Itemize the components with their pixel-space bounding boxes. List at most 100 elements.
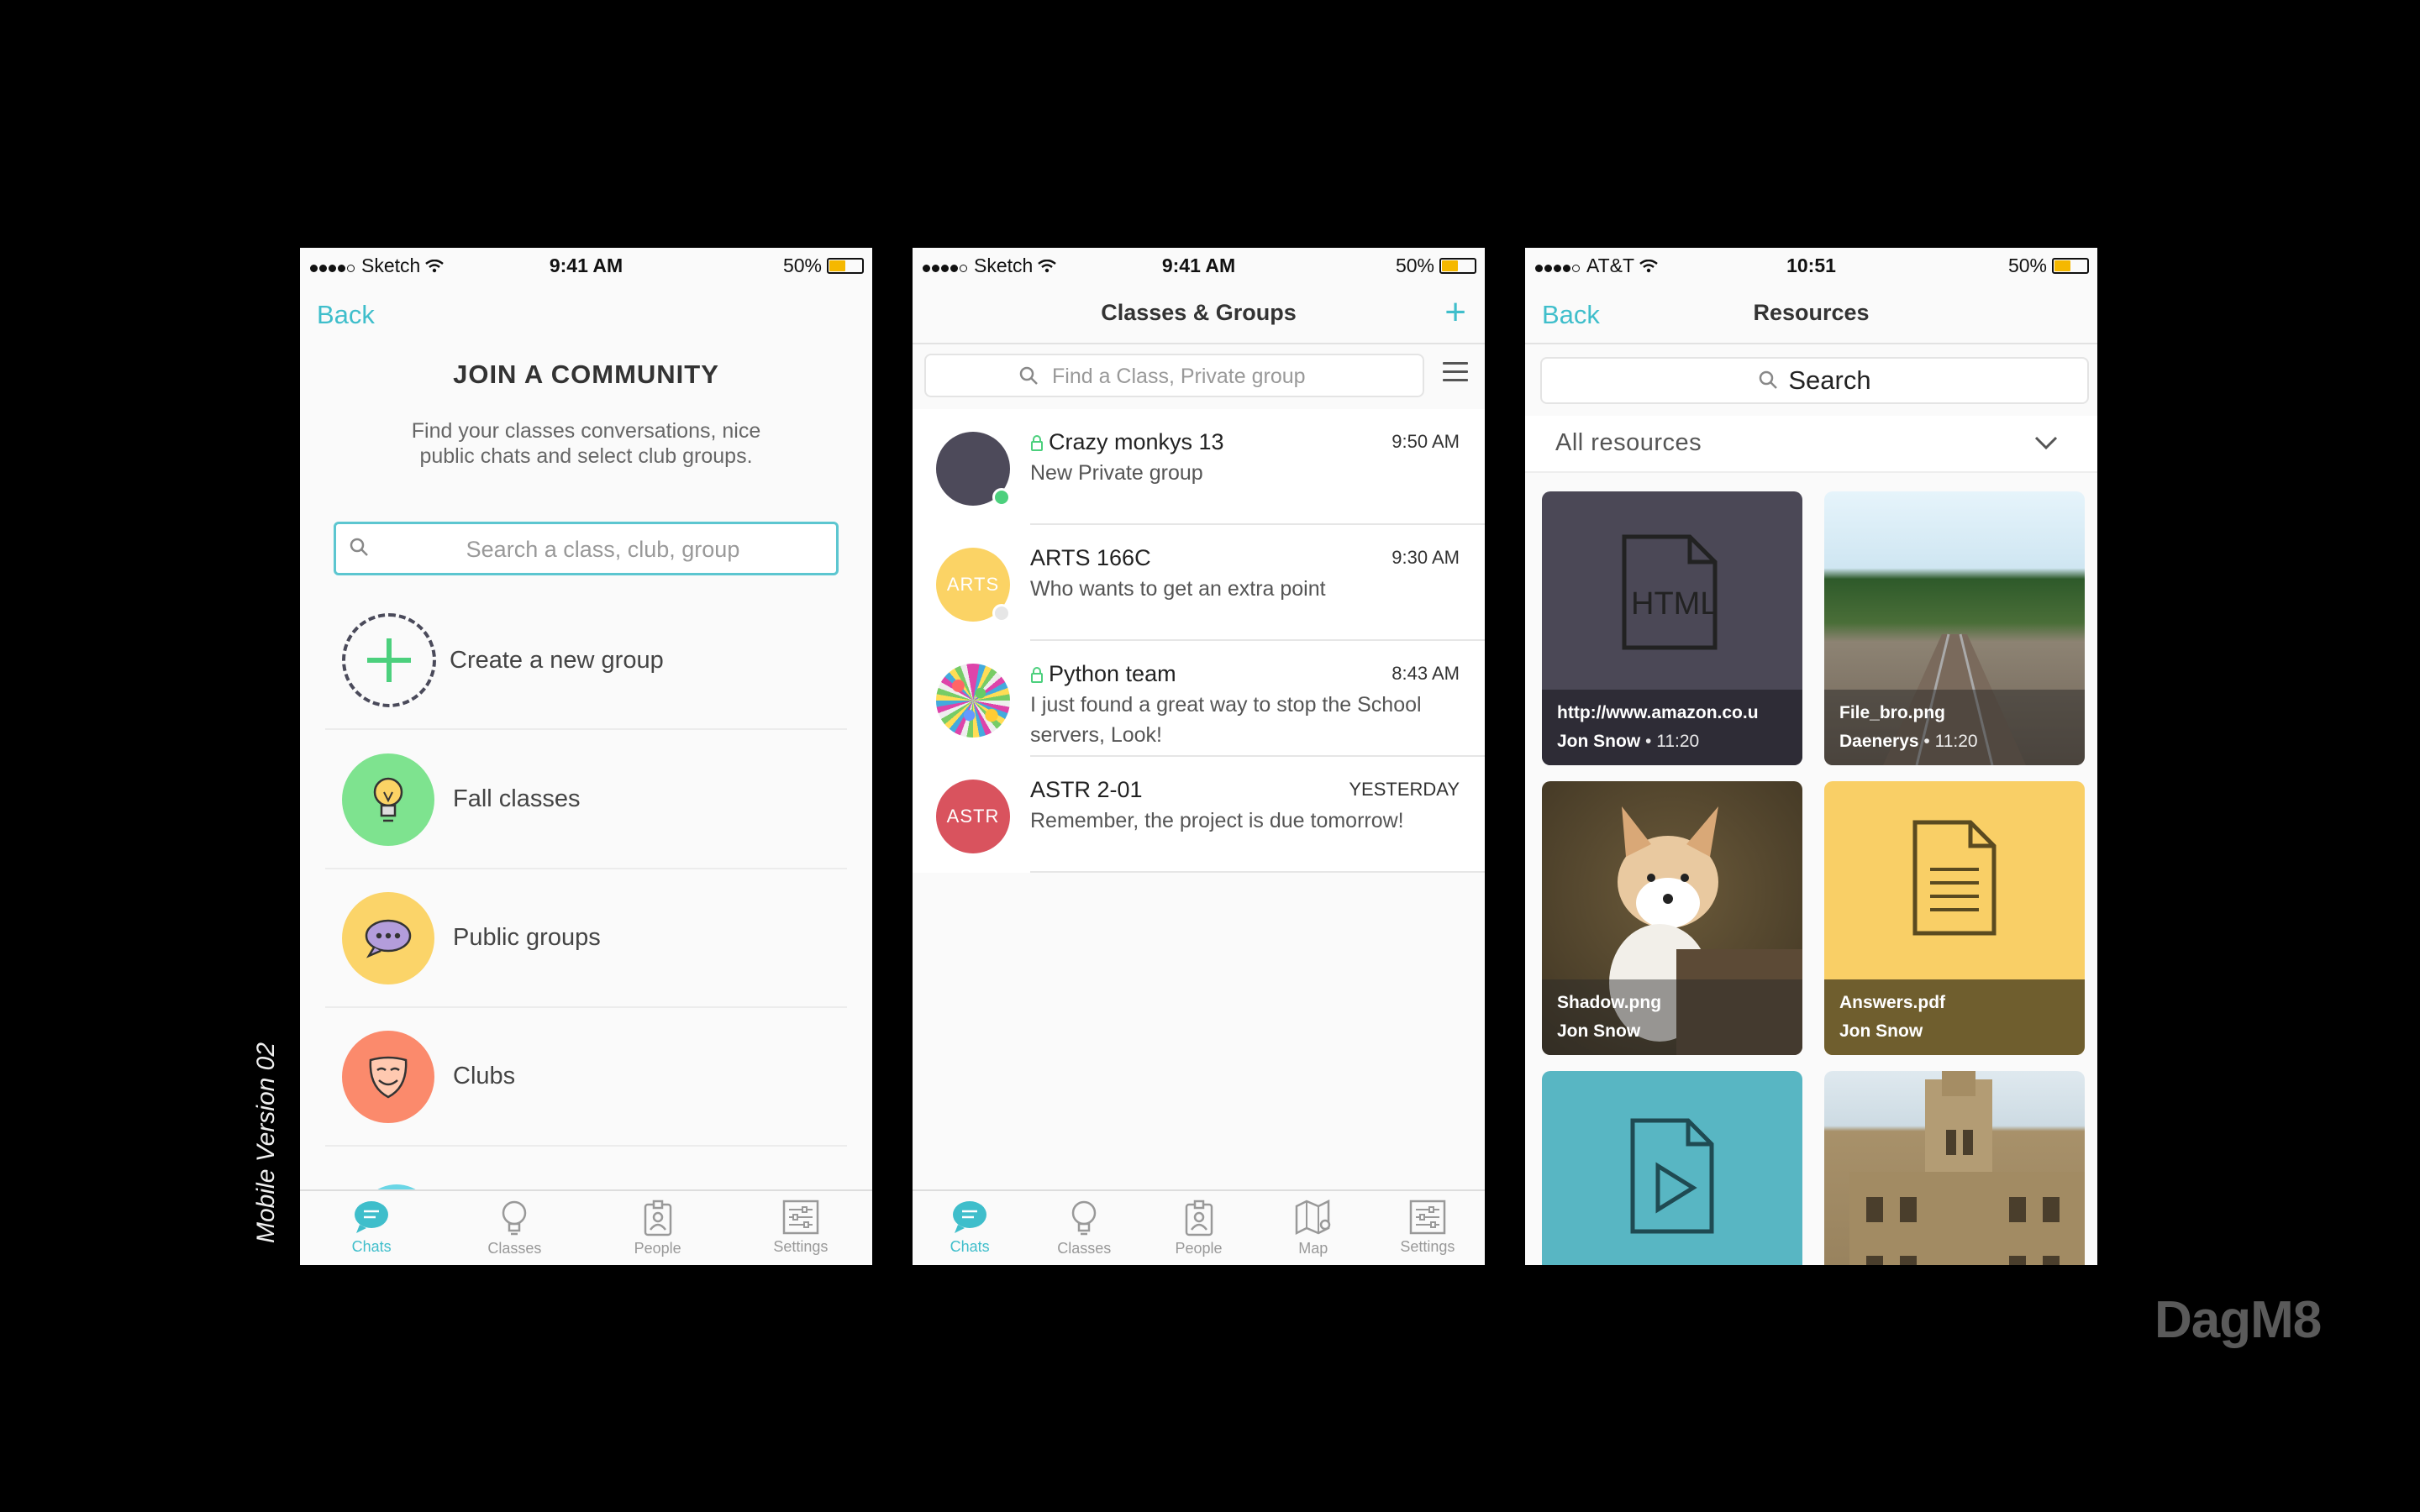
lock-icon	[1031, 666, 1043, 683]
page-title: JOIN A COMMUNITY	[453, 360, 719, 389]
battery-icon	[827, 258, 864, 274]
resource-filename: Answers.pdf	[1839, 993, 1946, 1012]
search-icon	[1760, 370, 1778, 389]
page-title: Classes & Groups	[1101, 300, 1297, 325]
plus-icon	[342, 613, 436, 707]
tab-label: Chats	[351, 1238, 392, 1255]
nav-divider	[913, 343, 1485, 344]
tab-map[interactable]: Map	[1256, 1191, 1370, 1265]
battery-icon	[1439, 258, 1476, 274]
tab-label: People	[1175, 1240, 1223, 1257]
tab-chats[interactable]: Chats	[913, 1191, 1027, 1265]
add-group-button[interactable]: +	[1444, 291, 1466, 333]
community-item-clubs[interactable]: Clubs	[325, 1008, 847, 1147]
tab-label: Classes	[1057, 1240, 1112, 1257]
menu-icon[interactable]	[1443, 362, 1468, 387]
create-group-row[interactable]: Create a new group	[325, 592, 847, 730]
resource-filename: http://www.amazon.co.u	[1557, 703, 1759, 722]
tab-label: Chats	[950, 1238, 990, 1255]
tab-bar: Chats Classes People Map Settings	[913, 1189, 1485, 1265]
tab-bar: Chats Classes People Settings	[300, 1189, 872, 1265]
document-icon	[1912, 820, 1996, 936]
community-item-public-groups[interactable]: Public groups	[325, 869, 847, 1008]
community-item-label: Fall classes	[453, 785, 581, 812]
chat-time: 8:43 AM	[1392, 663, 1460, 684]
chat-time: 9:30 AM	[1392, 547, 1460, 568]
resource-owner: Jon Snow	[1557, 1021, 1641, 1041]
resource-owner: Jon Snow	[1839, 1021, 1923, 1041]
chat-row[interactable]: Python team 8:43 AM I just found a great…	[913, 641, 1485, 757]
divider	[1030, 871, 1485, 873]
tab-label: Settings	[773, 1238, 829, 1255]
chat-row[interactable]: ASTR ASTR 2-01 YESTERDAY Remember, the p…	[913, 757, 1485, 873]
search-icon	[350, 538, 368, 556]
chat-bubble-icon	[355, 1201, 389, 1233]
battery-percent: 50%	[782, 255, 822, 276]
sliders-icon	[1409, 1200, 1446, 1235]
resources-screen: AT&T 10:51 50% Back Resources Search All…	[1525, 248, 2097, 1265]
resource-card[interactable]	[1542, 1071, 1802, 1265]
html-file-icon: HTML	[1622, 534, 1718, 650]
chat-name: ASTR 2-01	[1030, 777, 1143, 802]
resource-owner: Daenerys	[1839, 732, 1919, 751]
page-title: Resources	[1753, 300, 1870, 325]
page-subtitle: Find your classes conversations, nice pu…	[411, 419, 761, 468]
resource-owner: Jon Snow	[1557, 732, 1641, 751]
chat-name: Crazy monkys 13	[1049, 429, 1224, 454]
building-photo	[1849, 1071, 2085, 1265]
group-search-input[interactable]	[1052, 360, 1414, 392]
resource-card[interactable]: File_bro.png Daenerys • 11:20	[1824, 491, 2085, 765]
lightbulb-icon	[502, 1200, 527, 1236]
battery-percent: 50%	[2007, 255, 2047, 276]
classes-groups-screen: Sketch 9:41 AM 50% Classes & Groups + Cr…	[913, 248, 1485, 1265]
community-item-label: Public groups	[453, 924, 601, 951]
tab-settings[interactable]: Settings	[1370, 1191, 1485, 1265]
tab-classes[interactable]: Classes	[1027, 1191, 1141, 1265]
tab-label: Settings	[1400, 1238, 1455, 1255]
version-label: Mobile Version 02	[252, 1042, 280, 1243]
chat-time: YESTERDAY	[1349, 779, 1460, 800]
resource-search[interactable]: Search	[1540, 357, 2089, 404]
filter-label: All resources	[1555, 429, 1702, 456]
tab-chats[interactable]: Chats	[300, 1191, 443, 1265]
status-bar: Sketch 9:41 AM 50%	[913, 248, 1485, 281]
chat-time: 9:50 AM	[1392, 431, 1460, 452]
community-search-input[interactable]	[387, 533, 819, 566]
resource-filter-dropdown[interactable]: All resources	[1525, 416, 2097, 473]
speech-bubble-icon	[342, 891, 434, 984]
tab-people[interactable]: People	[1141, 1191, 1255, 1265]
sliders-icon	[782, 1200, 819, 1235]
person-badge-icon	[1185, 1200, 1213, 1236]
battery-icon	[2052, 258, 2089, 274]
join-community-screen: Sketch 9:41 AM 50% Back JOIN A COMMUNITY…	[300, 248, 872, 1265]
avatar	[936, 664, 1010, 738]
resource-filename: Shadow.png	[1557, 993, 1662, 1012]
chat-row[interactable]: ARTS ARTS 166C 9:30 AM Who wants to get …	[913, 525, 1485, 641]
chat-name: Python team	[1049, 661, 1176, 686]
chevron-down-icon	[2034, 436, 2058, 450]
video-file-icon	[1630, 1118, 1714, 1234]
resource-card[interactable]: Shadow.png Jon Snow	[1542, 781, 1802, 1055]
chat-row[interactable]: Crazy monkys 13 9:50 AM New Private grou…	[913, 409, 1485, 525]
chat-bubble-icon	[953, 1201, 987, 1233]
lightbulb-icon	[1072, 1200, 1097, 1236]
community-search[interactable]	[334, 522, 839, 575]
resource-card[interactable]	[1824, 1071, 2085, 1265]
battery-percent: 50%	[1395, 255, 1434, 276]
tab-classes[interactable]: Classes	[443, 1191, 586, 1265]
chat-message: Remember, the project is due tomorrow!	[1030, 809, 1404, 832]
back-button[interactable]: Back	[317, 300, 375, 330]
theater-mask-icon	[342, 1030, 434, 1123]
brand-logo: DagM8	[2154, 1291, 2322, 1349]
resource-card[interactable]: Answers.pdf Jon Snow	[1824, 781, 2085, 1055]
resource-search-placeholder: Search	[1788, 365, 1871, 395]
group-search[interactable]	[924, 354, 1424, 397]
nav-divider	[1525, 343, 2097, 344]
tab-settings[interactable]: Settings	[729, 1191, 872, 1265]
community-item-fall-classes[interactable]: Fall classes	[325, 731, 847, 869]
tab-label: Classes	[487, 1240, 542, 1257]
lightbulb-icon	[342, 753, 434, 846]
resource-card[interactable]: HTML http://www.amazon.co.u Jon Snow • 11…	[1542, 491, 1802, 765]
tab-people[interactable]: People	[587, 1191, 729, 1265]
offline-indicator	[992, 604, 1011, 622]
